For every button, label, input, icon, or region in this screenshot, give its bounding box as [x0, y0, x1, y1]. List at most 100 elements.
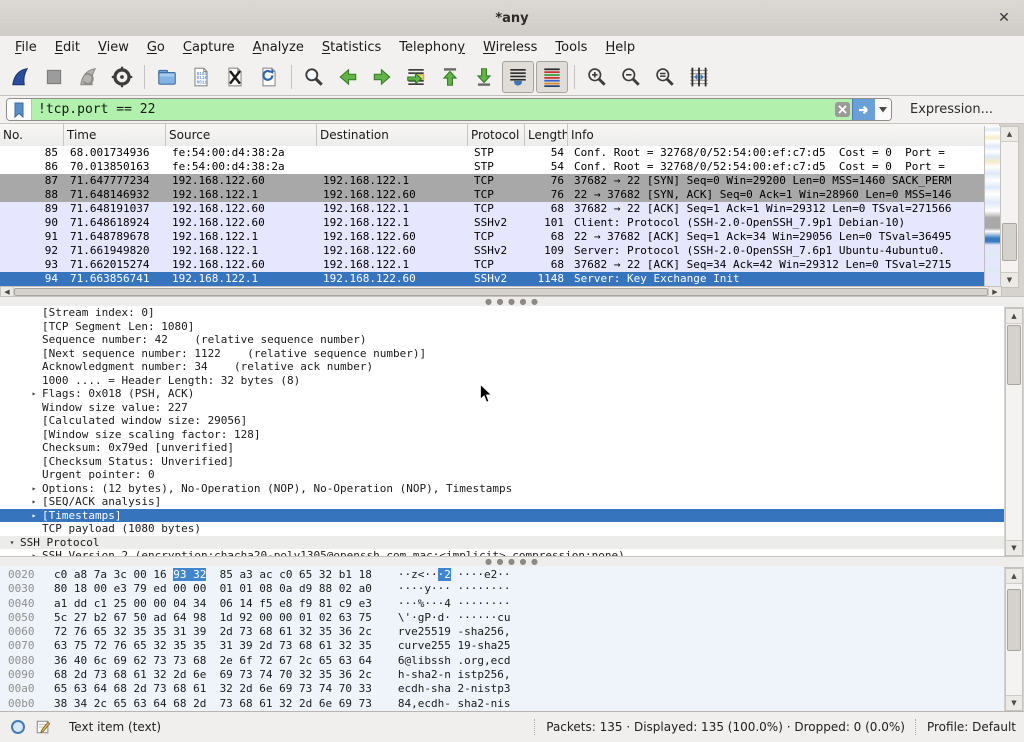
expander-icon[interactable]	[26, 522, 42, 536]
display-filter-input[interactable]: !tcp.port == 22	[32, 99, 833, 120]
hex-row[interactable]: 0070 63 75 72 76 65 32 35 35 31 39 2d 73…	[0, 639, 1004, 653]
menu-item[interactable]: File	[6, 38, 46, 57]
detail-line[interactable]: [Next sequence number: 1122 (relative se…	[0, 347, 1004, 361]
detail-line[interactable]: [Stream index: 0]	[0, 306, 1004, 320]
column-header[interactable]: Length	[525, 124, 568, 146]
start-capture-button[interactable]	[4, 61, 36, 93]
detail-line[interactable]: ▸ Options: (12 bytes), No-Operation (NOP…	[0, 482, 1004, 496]
hex-row[interactable]: 0090 68 2d 73 68 61 32 2d 6e 69 73 74 70…	[0, 668, 1004, 682]
go-forward-button[interactable]	[366, 61, 398, 93]
expander-icon[interactable]	[26, 428, 42, 442]
column-header[interactable]: Destination	[317, 124, 468, 146]
detail-line[interactable]: [TCP Segment Len: 1080]	[0, 320, 1004, 334]
detail-line[interactable]: ▸ [Timestamps]	[0, 509, 1004, 523]
close-file-button[interactable]	[219, 61, 251, 93]
detail-line[interactable]: [Calculated window size: 29056]	[0, 414, 1004, 428]
open-file-button[interactable]	[151, 61, 183, 93]
scrollbar-thumb[interactable]	[14, 288, 988, 296]
hex-row[interactable]: 0060 72 76 65 32 35 35 31 39 2d 73 68 61…	[0, 625, 1004, 639]
packet-row[interactable]: 89 71.648191037 192.168.122.60 192.168.1…	[0, 202, 984, 216]
filter-bookmark-button[interactable]	[7, 99, 32, 120]
packet-row[interactable]: 86 70.013850163 fe:54:00:d4:38:2a STP 54…	[0, 160, 984, 174]
scrollbar-thumb[interactable]	[1002, 223, 1017, 261]
column-header[interactable]: Source	[166, 124, 317, 146]
scroll-up-icon[interactable]: ▲	[1006, 309, 1022, 324]
menu-item[interactable]: View	[89, 38, 138, 57]
expander-icon[interactable]	[26, 333, 42, 347]
add-filter-button[interactable]: +	[1019, 101, 1024, 119]
detail-line[interactable]: Sequence number: 42 (relative sequence n…	[0, 333, 1004, 347]
scroll-down-icon[interactable]: ▼	[1006, 540, 1022, 555]
expander-icon[interactable]	[26, 347, 42, 361]
zoom-out-button[interactable]	[615, 61, 647, 93]
menu-item[interactable]: Telephony	[390, 38, 474, 57]
hex-row[interactable]: 00b0 38 34 2c 65 63 64 68 2d 73 68 61 32…	[0, 697, 1004, 711]
expander-icon[interactable]: ▸	[26, 549, 42, 556]
zoom-in-button[interactable]	[581, 61, 613, 93]
packet-row[interactable]: 93 71.662015274 192.168.122.60 192.168.1…	[0, 258, 984, 272]
menu-item[interactable]: Go	[138, 38, 174, 57]
resize-columns-button[interactable]	[683, 61, 715, 93]
stop-capture-button[interactable]	[38, 61, 70, 93]
menu-item[interactable]: Statistics	[313, 38, 390, 57]
menu-item[interactable]: Wireless	[474, 38, 546, 57]
expert-info-icon[interactable]	[10, 719, 26, 735]
auto-scroll-button[interactable]	[502, 61, 534, 93]
expander-icon[interactable]: ▸	[26, 509, 42, 523]
hex-row[interactable]: 0080 36 40 6c 69 62 73 73 68 2e 6f 72 67…	[0, 654, 1004, 668]
capture-comment-icon[interactable]	[35, 719, 51, 735]
detail-line[interactable]: ▾ SSH Protocol	[0, 536, 1004, 550]
expander-icon[interactable]	[26, 414, 42, 428]
expander-icon[interactable]: ▸	[26, 495, 42, 509]
close-icon[interactable]: ✕	[994, 8, 1014, 28]
detail-line[interactable]: TCP payload (1080 bytes)	[0, 522, 1004, 536]
go-last-button[interactable]	[468, 61, 500, 93]
packet-row[interactable]: 88 71.648146932 192.168.122.1 192.168.12…	[0, 188, 984, 202]
zoom-original-button[interactable]	[649, 61, 681, 93]
detail-line[interactable]: Urgent pointer: 0	[0, 468, 1004, 482]
detail-line[interactable]: [Window size scaling factor: 128]	[0, 428, 1004, 442]
menu-item[interactable]: Help	[596, 38, 644, 57]
expander-icon[interactable]	[26, 306, 42, 320]
profile-label[interactable]: Profile: Default	[927, 720, 1024, 734]
packet-row[interactable]: 90 71.648618924 192.168.122.60 192.168.1…	[0, 216, 984, 230]
filter-apply-button[interactable]	[852, 99, 875, 120]
detail-line[interactable]: ▸ Flags: 0x018 (PSH, ACK)	[0, 387, 1004, 401]
hex-row[interactable]: 0020 c0 a8 7a 3c 00 16 93 32 85 a3 ac c0…	[0, 568, 1004, 582]
column-header[interactable]: Info	[568, 124, 1000, 146]
scrollbar-thumb[interactable]	[1007, 589, 1021, 651]
capture-options-button[interactable]	[106, 61, 138, 93]
expander-icon[interactable]	[26, 455, 42, 469]
reload-file-button[interactable]	[253, 61, 285, 93]
scroll-up-icon[interactable]: ▲	[1006, 569, 1022, 584]
scrollbar-thumb[interactable]	[1007, 325, 1021, 385]
expander-icon[interactable]	[26, 360, 42, 374]
expression-button[interactable]: Expression...	[910, 102, 993, 117]
column-header[interactable]: No.	[0, 124, 64, 146]
hex-vscrollbar[interactable]: ▲ ▼	[1005, 568, 1023, 711]
packet-row[interactable]: 85 68.001734936 fe:54:00:d4:38:2a STP 54…	[0, 146, 984, 160]
expander-icon[interactable]: ▸	[26, 482, 42, 496]
column-header[interactable]: Protocol	[468, 124, 525, 146]
scroll-down-icon[interactable]: ▼	[1001, 272, 1018, 287]
expander-icon[interactable]	[26, 401, 42, 415]
restart-capture-button[interactable]	[72, 61, 104, 93]
expander-icon[interactable]	[26, 320, 42, 334]
find-packet-button[interactable]	[298, 61, 330, 93]
hex-row[interactable]: 0040 a1 dd c1 25 00 00 04 34 06 14 f5 e8…	[0, 597, 1004, 611]
expander-icon[interactable]	[26, 468, 42, 482]
detail-line[interactable]: Acknowledgment number: 34 (relative ack …	[0, 360, 1004, 374]
expander-icon[interactable]: ▸	[26, 387, 42, 401]
go-to-packet-button[interactable]	[400, 61, 432, 93]
save-file-button[interactable]: 010101100011	[185, 61, 217, 93]
column-header[interactable]: Time	[64, 124, 166, 146]
menu-item[interactable]: Tools	[546, 38, 596, 57]
colorize-button[interactable]	[536, 61, 568, 93]
go-first-button[interactable]	[434, 61, 466, 93]
hex-row[interactable]: 0050 5c 27 b2 67 50 ad 64 98 1d 92 00 00…	[0, 611, 1004, 625]
packet-row[interactable]: 91 71.648789678 192.168.122.1 192.168.12…	[0, 230, 984, 244]
menu-item[interactable]: Edit	[46, 38, 89, 57]
detail-line[interactable]: 1000 .... = Header Length: 32 bytes (8)	[0, 374, 1004, 388]
packet-row[interactable]: 87 71.647777234 192.168.122.60 192.168.1…	[0, 174, 984, 188]
packet-row[interactable]: 94 71.663856741 192.168.122.1 192.168.12…	[0, 272, 984, 286]
